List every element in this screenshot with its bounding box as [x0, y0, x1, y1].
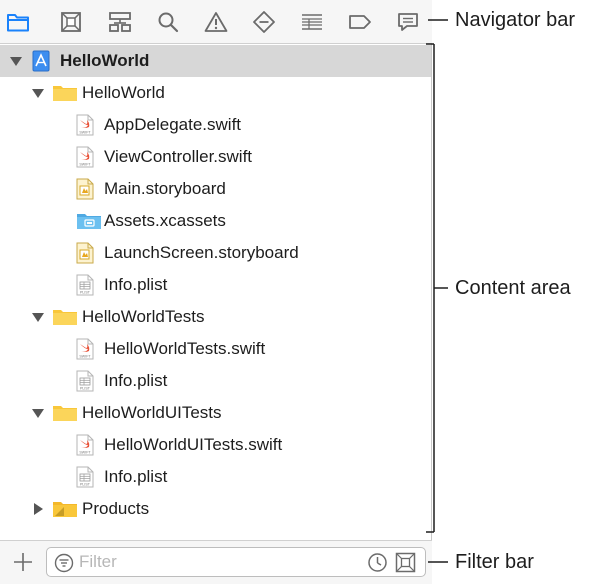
navigator-bar-callout: Navigator bar: [455, 9, 576, 31]
content-area-callout: Content area: [455, 277, 571, 299]
filter-bar-callout: Filter bar: [455, 551, 534, 573]
